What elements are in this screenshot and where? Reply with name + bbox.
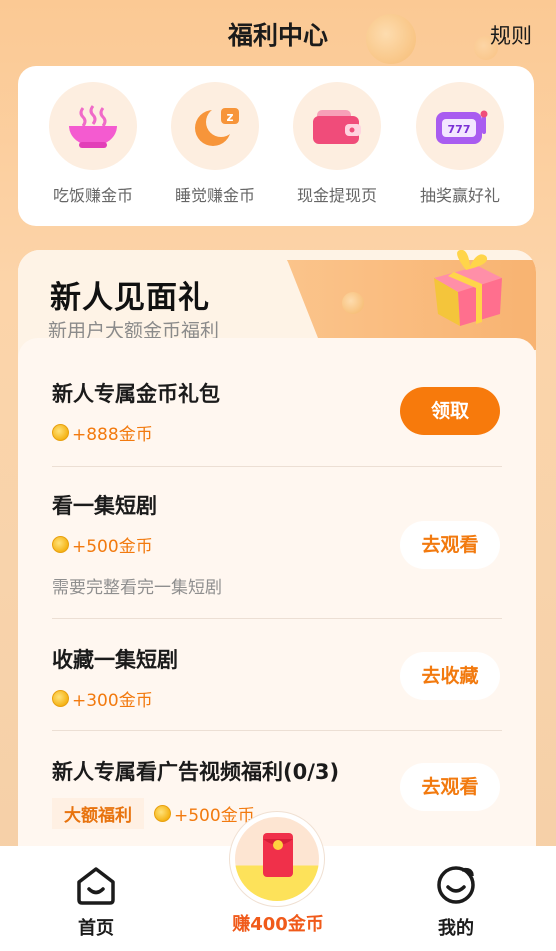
- slot-machine-icon-text: 777: [448, 123, 471, 136]
- earn-coins-button-face: [235, 817, 319, 901]
- card-title: 新人见面礼: [50, 280, 210, 316]
- shortcut-lottery-label: 抽奖赢好礼: [419, 186, 500, 205]
- claim-button[interactable]: 领取: [400, 387, 500, 435]
- divider: [52, 618, 502, 619]
- task-name: 看一集短剧: [52, 494, 157, 518]
- reward-amount: +888金币: [72, 425, 153, 445]
- header: 福利中心 规则: [0, 0, 556, 66]
- shortcut-cash-circle: [293, 82, 381, 170]
- decorative-coin: [342, 292, 364, 314]
- coin-icon: [154, 805, 171, 822]
- coin-icon: [52, 536, 69, 553]
- shortcut-eat[interactable]: 吃饭赚金币: [38, 82, 148, 206]
- wallet-icon: [313, 110, 361, 144]
- tab-home[interactable]: 首页: [46, 864, 146, 940]
- coin-icon: [52, 424, 69, 441]
- shortcut-lottery-circle: 777: [416, 82, 504, 170]
- earn-coins-label[interactable]: 赚400金币: [200, 910, 356, 936]
- reward-amount: +500金币: [72, 537, 153, 557]
- slot-machine-icon: 777: [436, 110, 488, 144]
- shortcut-eat-label: 吃饭赚金币: [52, 186, 133, 205]
- reward-amount: +300金币: [72, 691, 153, 711]
- bonus-tag: 大额福利: [52, 798, 144, 829]
- profile-icon: [437, 866, 475, 904]
- watch-button[interactable]: 去观看: [400, 521, 500, 569]
- page-title: 福利中心: [227, 21, 328, 50]
- favorite-button[interactable]: 去收藏: [400, 652, 500, 700]
- tab-mine-label: 我的: [438, 918, 474, 939]
- newcomer-gift-card: 新人见面礼 新用户大额金币福利 新人专属金币礼包 +888金币 领取 看一集短剧…: [18, 250, 536, 890]
- shortcuts-card: 吃饭赚金币 z 睡觉赚金币 现金提现页 777 抽奖赢好礼: [18, 66, 534, 226]
- svg-text:z: z: [227, 110, 234, 124]
- shortcut-lottery[interactable]: 777 抽奖赢好礼: [405, 82, 515, 206]
- bowl-icon: [69, 105, 117, 148]
- watch-ad-button[interactable]: 去观看: [400, 763, 500, 811]
- task-list: 新人专属金币礼包 +888金币 领取 看一集短剧 +500金币 需要完整看完一集…: [18, 338, 536, 890]
- red-envelope-icon: [263, 833, 293, 877]
- divider: [52, 730, 502, 731]
- gift-box-icon: [434, 250, 502, 326]
- divider: [52, 466, 502, 467]
- coin-icon: [52, 690, 69, 707]
- reward-amount: +500金币: [174, 806, 255, 826]
- shortcut-eat-circle: [49, 82, 137, 170]
- earn-coins-button[interactable]: [230, 812, 324, 906]
- shortcut-sleep-circle: z: [171, 82, 259, 170]
- rules-link[interactable]: 规则: [490, 20, 532, 50]
- shortcut-sleep[interactable]: z 睡觉赚金币: [160, 82, 270, 206]
- task-note: 需要完整看完一集短剧: [52, 578, 222, 598]
- tab-mine[interactable]: 我的: [406, 864, 506, 940]
- shortcut-sleep-label: 睡觉赚金币: [174, 186, 255, 205]
- shortcut-cash[interactable]: 现金提现页: [282, 82, 392, 206]
- home-icon: [77, 867, 115, 905]
- moon-sleep-icon: z: [195, 107, 239, 146]
- shortcut-cash-label: 现金提现页: [296, 186, 377, 205]
- tab-home-label: 首页: [78, 918, 114, 939]
